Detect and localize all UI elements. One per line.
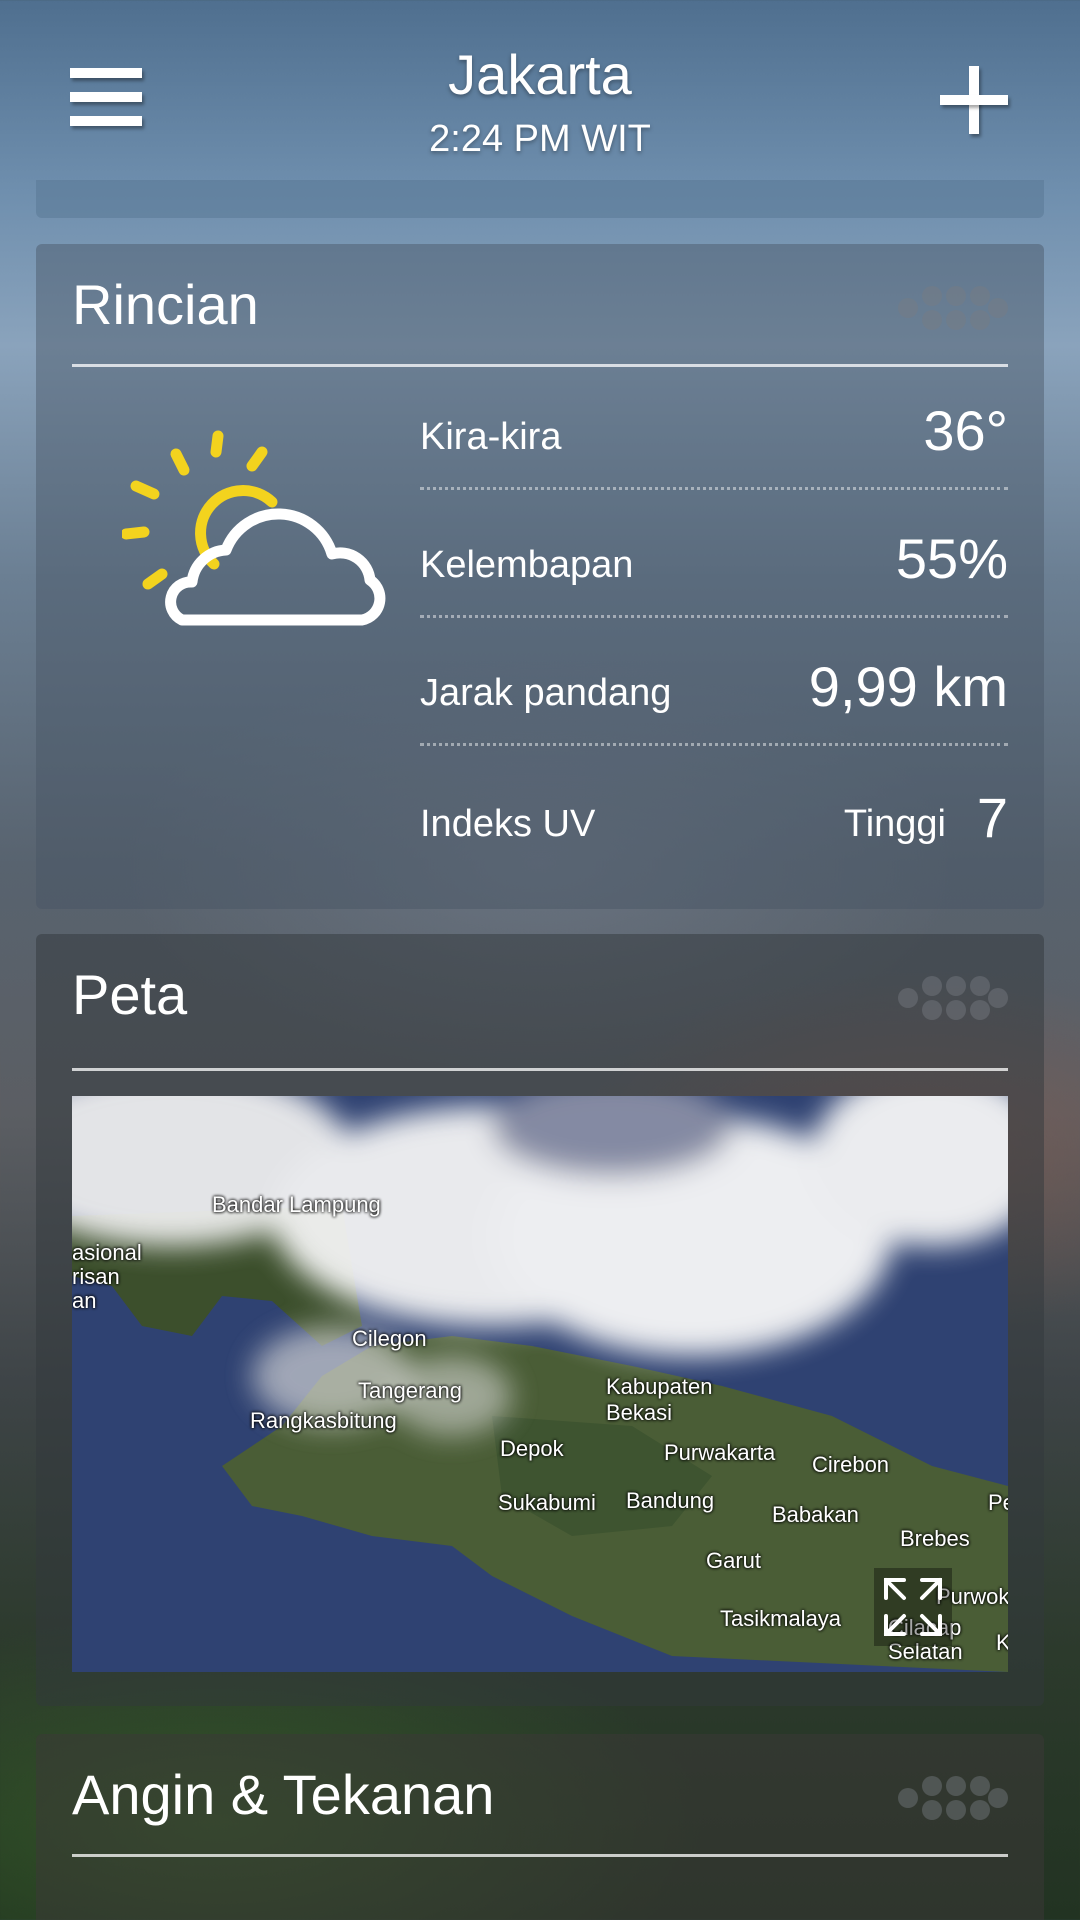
detail-value: 9,99 km <box>808 655 1008 718</box>
detail-value: 7 <box>976 786 1008 849</box>
drag-handle-icon[interactable] <box>898 976 1008 1020</box>
partly-cloudy-icon <box>122 430 386 626</box>
detail-label: Kelembapan <box>420 544 634 586</box>
map-title: Peta <box>72 963 188 1026</box>
map-divider <box>72 1068 1008 1071</box>
detail-value: 55% <box>895 527 1008 590</box>
map-place-label: an <box>72 1288 97 1313</box>
weather-map[interactable]: Bandar Lampung asional risan an Cilegon … <box>72 1096 1008 1672</box>
map-place-label: Cilegon <box>352 1326 427 1351</box>
map-place-label: Purwakarta <box>664 1440 776 1465</box>
map-place-label: risan <box>72 1264 120 1289</box>
details-title: Rincian <box>72 273 259 336</box>
detail-row-uv-index: Indeks UV Tinggi 7 <box>420 748 1008 874</box>
map-place-label: Sukabumi <box>498 1490 596 1515</box>
map-place-label: asional <box>72 1240 142 1265</box>
wind-pressure-card: Angin & Tekanan <box>36 1734 1044 1920</box>
wind-title: Angin & Tekanan <box>72 1763 495 1826</box>
detail-label: Jarak pandang <box>420 672 672 714</box>
detail-label: Indeks UV <box>420 803 596 845</box>
detail-row-visibility: Jarak pandang 9,99 km <box>420 620 1008 746</box>
previous-card-edge <box>36 180 1044 218</box>
details-card: Rincian Kira-kira 36° Kelembapan 55% Jar… <box>36 244 1044 909</box>
map-place-label: K <box>996 1630 1008 1655</box>
map-place-label: Bandar Lampung <box>212 1192 381 1217</box>
add-location-icon[interactable] <box>940 66 1008 134</box>
map-place-label: Kabupaten Bekasi <box>606 1374 713 1425</box>
map-place-label: Bandung <box>626 1488 715 1513</box>
map-place-label: Babakan <box>772 1502 859 1527</box>
drag-handle-icon[interactable] <box>898 286 1008 330</box>
local-time: 2:24 PM WIT <box>429 118 651 160</box>
map-place-label: Garut <box>706 1548 762 1573</box>
wind-divider <box>72 1854 1008 1857</box>
map-place-label: Tasikmalaya <box>720 1606 842 1631</box>
map-place-label: Depok <box>500 1436 564 1461</box>
drag-handle-icon[interactable] <box>898 1776 1008 1820</box>
detail-value: 36° <box>923 399 1008 462</box>
map-place-label: Rangkasbitung <box>250 1408 397 1433</box>
detail-row-feels-like: Kira-kira 36° <box>420 364 1008 490</box>
map-place-label: Tangerang <box>358 1378 462 1403</box>
detail-label: Kira-kira <box>420 416 562 458</box>
detail-row-humidity: Kelembapan 55% <box>420 492 1008 618</box>
app-header: Jakarta 2:24 PM WIT <box>0 0 1080 180</box>
map-card: Peta Bandar Lampung asional risan an Cil… <box>36 934 1044 1706</box>
uv-level-label: Tinggi <box>843 803 946 845</box>
map-place-label: Cirebon <box>812 1452 890 1477</box>
map-place-label: Pe <box>988 1490 1008 1515</box>
expand-map-icon[interactable] <box>874 1568 952 1646</box>
city-name[interactable]: Jakarta <box>0 42 1080 107</box>
map-place-label: Brebes <box>900 1526 970 1551</box>
map-graphic <box>72 1096 1008 1672</box>
